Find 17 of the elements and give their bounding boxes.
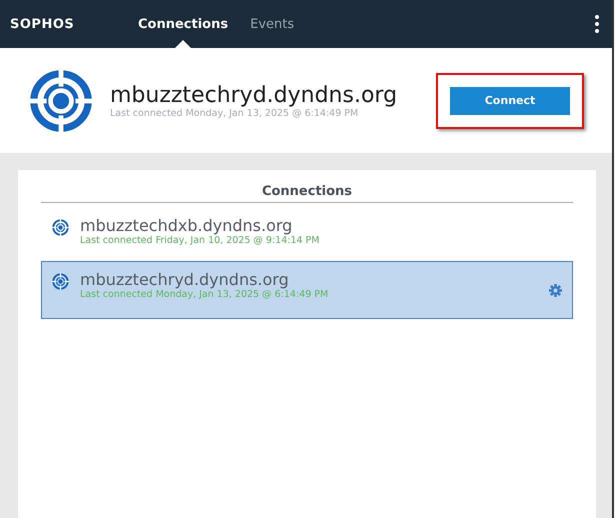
nav-tab[interactable]: Connections: [138, 0, 228, 48]
settings-icon[interactable]: [549, 284, 562, 297]
last-connected: Last connected Monday, Jan 13, 2025 @ 6:14:49 PM: [80, 289, 330, 300]
logo: SOPHOS: [10, 16, 76, 32]
connection-icon: [52, 273, 69, 290]
connection-item[interactable]: mbuzztechryd.dyndns.org Last connected Monday, Jan 13, 2025 @ 6:14:49 PM: [41, 261, 573, 319]
nav-tab[interactable]: Events: [250, 0, 294, 48]
connection-name: mbuzztechryd.dyndns.org: [110, 82, 398, 108]
last-connected: Last connected Monday, Jan 13, 2025 @ 6:14:49 PM: [110, 108, 360, 118]
connect-button[interactable]: Connect: [450, 86, 570, 114]
connection-icon: [52, 219, 69, 236]
section-title: Connections: [41, 182, 573, 203]
connection-name: mbuzztechdxb.dyndns.org: [80, 216, 294, 235]
connection-icon: [29, 68, 93, 132]
connection-name: mbuzztechryd.dyndns.org: [80, 270, 290, 289]
last-connected: Last connected Friday, Jan 10, 2025 @ 9:14:14 PM: [80, 235, 320, 246]
connection-item[interactable]: mbuzztechdxb.dyndns.org Last connected Friday, Jan 10, 2025 @ 9:14:14 PM: [41, 207, 573, 257]
